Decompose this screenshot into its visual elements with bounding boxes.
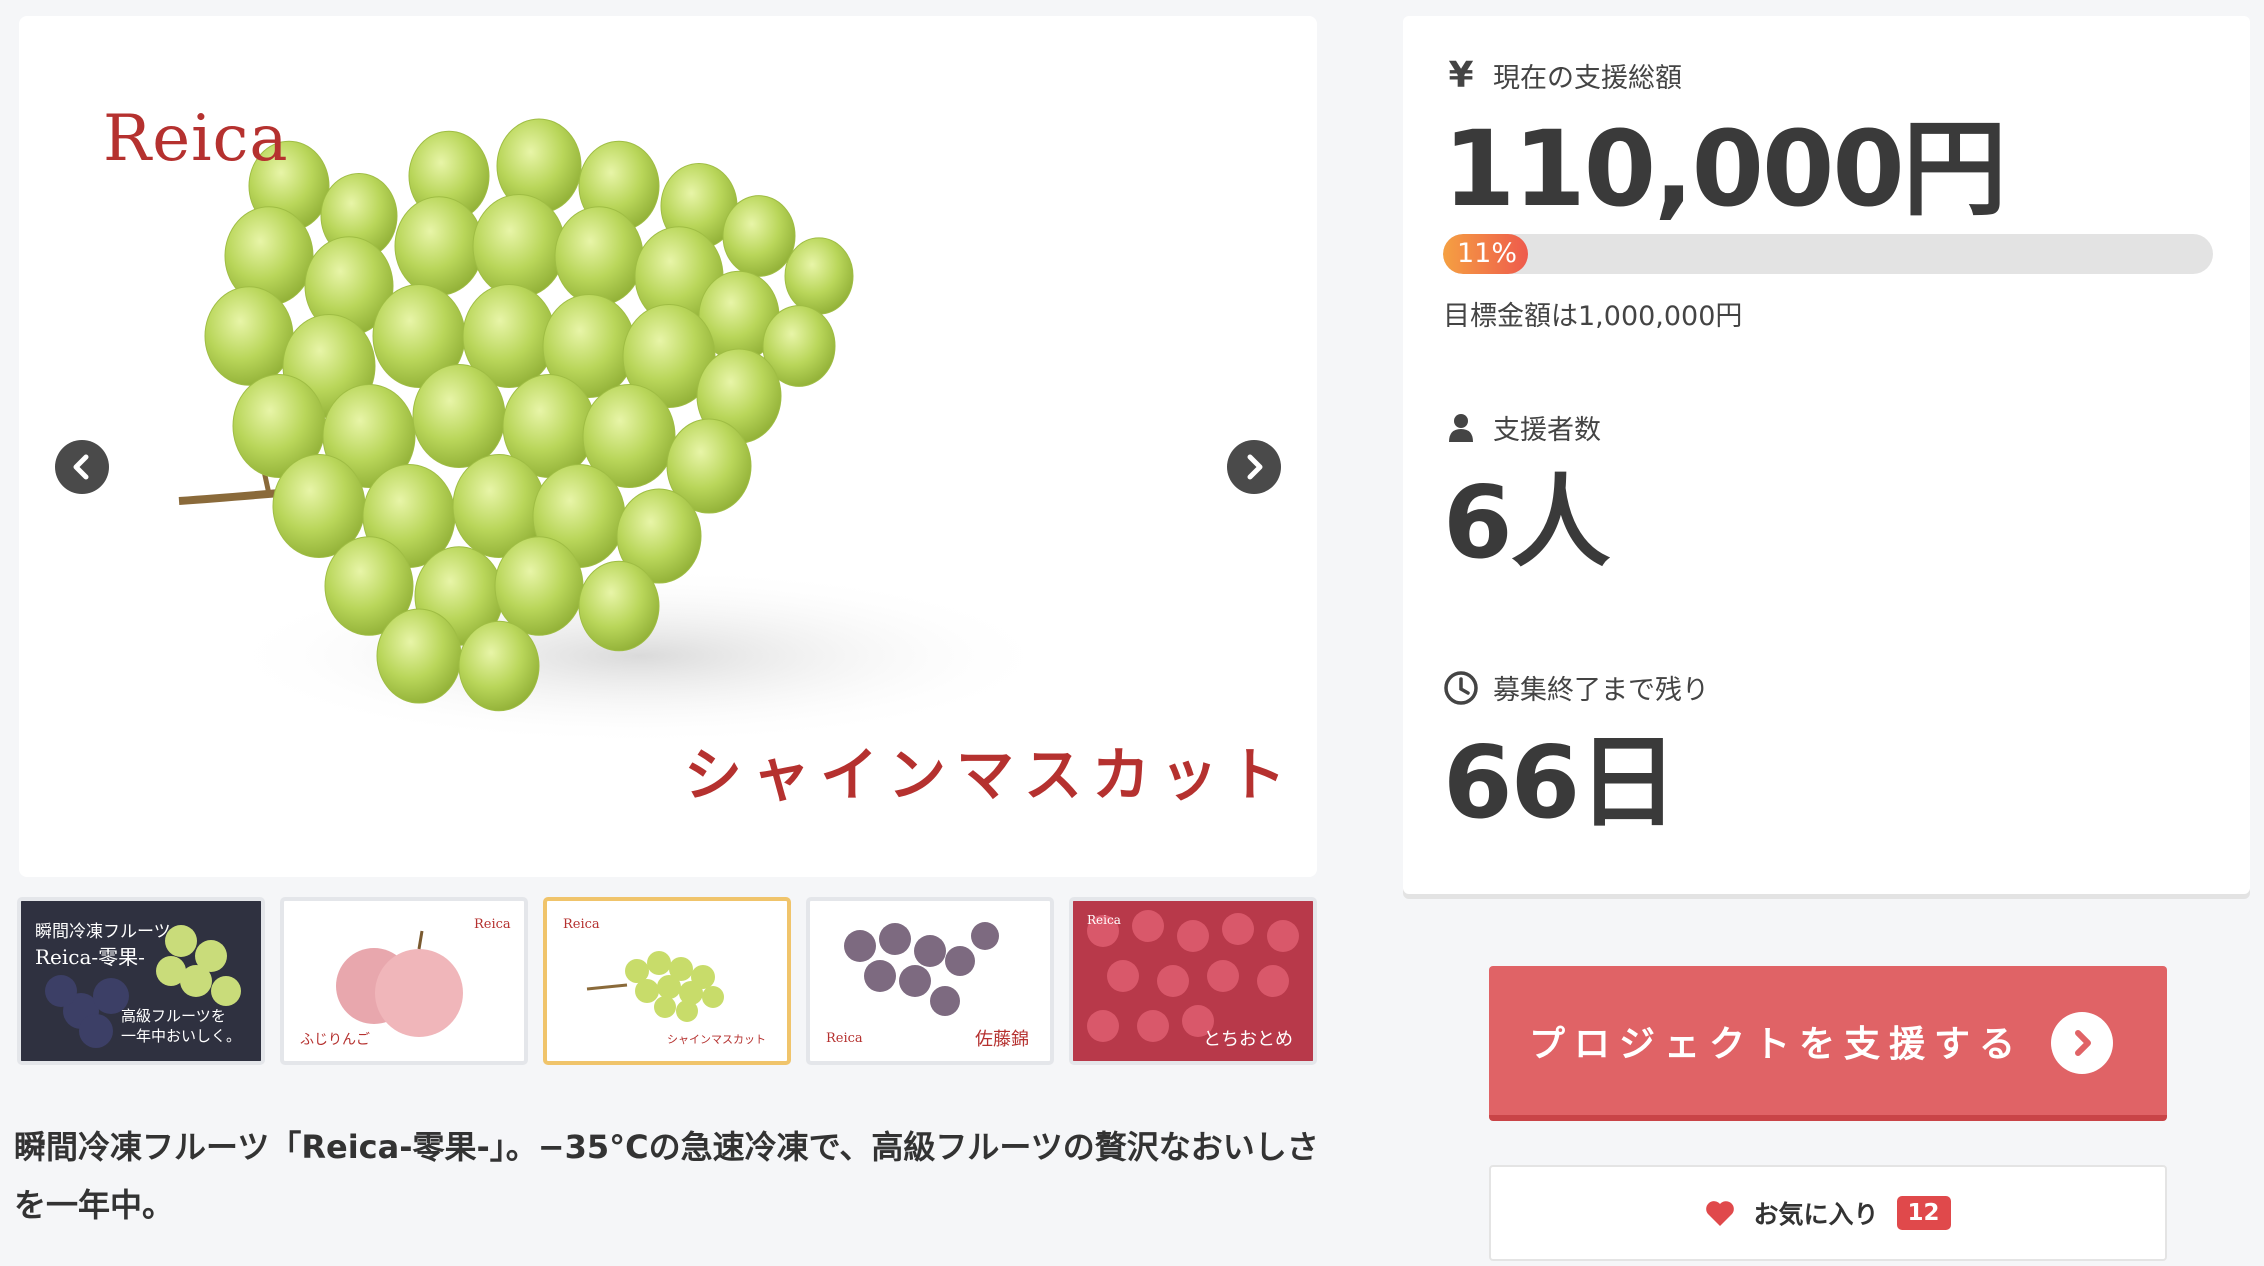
remaining-days: 66日 <box>1443 724 1678 841</box>
thumbnail-5-caption: とちおとめ <box>1203 1029 1293 1050</box>
thumbnail-strip: 瞬間冷凍フルーツ Reica-零果- 高級フルーツを 一年中おいしく。 Reic… <box>17 897 1319 1065</box>
thumbnail-1[interactable]: 瞬間冷凍フルーツ Reica-零果- 高級フルーツを 一年中おいしく。 <box>17 897 265 1065</box>
thumbnail-1-line4: 一年中おいしく。 <box>121 1027 242 1045</box>
gallery-next-button[interactable] <box>1227 440 1281 494</box>
gallery-prev-button[interactable] <box>55 440 109 494</box>
grape-berry <box>494 536 584 636</box>
grape-berry <box>554 206 644 306</box>
chevron-left-icon <box>73 454 89 480</box>
thumbnail-3[interactable]: Reica シャインマスカット <box>543 897 791 1065</box>
chevron-right-icon <box>1247 454 1263 480</box>
remaining-label-row: 募集終了まで残り <box>1443 668 1709 707</box>
funding-stats-card: ¥ 現在の支援総額 110,000円 11% 目標金額は1,000,000円 支… <box>1403 16 2250 894</box>
remaining-label: 募集終了まで残り <box>1493 675 1709 706</box>
grape-berry <box>204 286 294 386</box>
chevron-right-circle-icon <box>2051 1012 2113 1074</box>
thumbnail-3-caption: シャインマスカット <box>667 1033 766 1046</box>
progress-percent: 11% <box>1457 238 1518 269</box>
favorite-button[interactable]: お気に入り 12 <box>1489 1165 2167 1261</box>
funding-label-row: ¥ 現在の支援総額 <box>1443 55 1682 96</box>
person-icon <box>1443 410 1479 446</box>
yen-icon: ¥ <box>1448 55 1474 96</box>
thumbnail-5[interactable]: Reica とちおとめ <box>1069 897 1317 1065</box>
grape-berry <box>394 196 484 296</box>
heart-icon <box>1706 1200 1735 1226</box>
thumbnail-4[interactable]: Reica 佐藤錦 <box>806 897 1054 1065</box>
grape-berry <box>412 363 506 469</box>
thumbnail-2[interactable]: Reica ふじりんご <box>280 897 528 1065</box>
grape-berry <box>578 560 660 652</box>
thumbnail-1-line3: 高級フルーツを <box>121 1007 226 1025</box>
thumbnail-4-caption: 佐藤錦 <box>975 1029 1029 1050</box>
backers-label-row: 支援者数 <box>1443 408 1601 447</box>
funding-label: 現在の支援総額 <box>1493 63 1682 94</box>
thumbnail-1-line2: Reica-零果- <box>35 945 145 969</box>
goal-amount: 目標金額は1,000,000円 <box>1443 301 1743 332</box>
brand-logo: Reica <box>103 102 289 176</box>
favorite-count-badge: 12 <box>1896 1196 1951 1230</box>
thumbnail-4-brand: Reica <box>826 1031 863 1046</box>
grape-berry <box>722 195 796 277</box>
grape-berry <box>376 608 462 704</box>
thumbnail-2-caption: ふじりんご <box>300 1032 370 1048</box>
thumbnail-5-brand: Reica <box>1087 913 1121 927</box>
thumbnail-2-brand: Reica <box>474 917 511 932</box>
main-product-image: Reica シャインマスカット <box>19 16 1317 877</box>
grape-berry <box>784 237 854 315</box>
funding-progress-bar: 11% <box>1443 234 2213 274</box>
thumbnail-3-brand: Reica <box>563 917 600 932</box>
grape-berry <box>472 193 566 299</box>
variety-title: シャインマスカット <box>684 741 1297 809</box>
funding-amount: 110,000円 <box>1443 108 2007 230</box>
project-description: 瞬間冷凍フルーツ「Reica-零果-」。−35°Cの急速冷凍で、高級フルーツの贅… <box>14 1128 1319 1224</box>
support-project-button[interactable]: プロジェクトを支援する <box>1489 966 2167 1121</box>
thumbnail-1-line1: 瞬間冷凍フルーツ <box>35 922 171 942</box>
support-button-label: プロジェクトを支援する <box>1529 1023 2025 1065</box>
backers-label: 支援者数 <box>1493 415 1601 446</box>
grape-berry <box>458 620 540 712</box>
backers-count: 6人 <box>1443 464 1611 581</box>
clock-icon <box>1443 670 1479 706</box>
favorite-label: お気に入り <box>1753 1200 1879 1229</box>
